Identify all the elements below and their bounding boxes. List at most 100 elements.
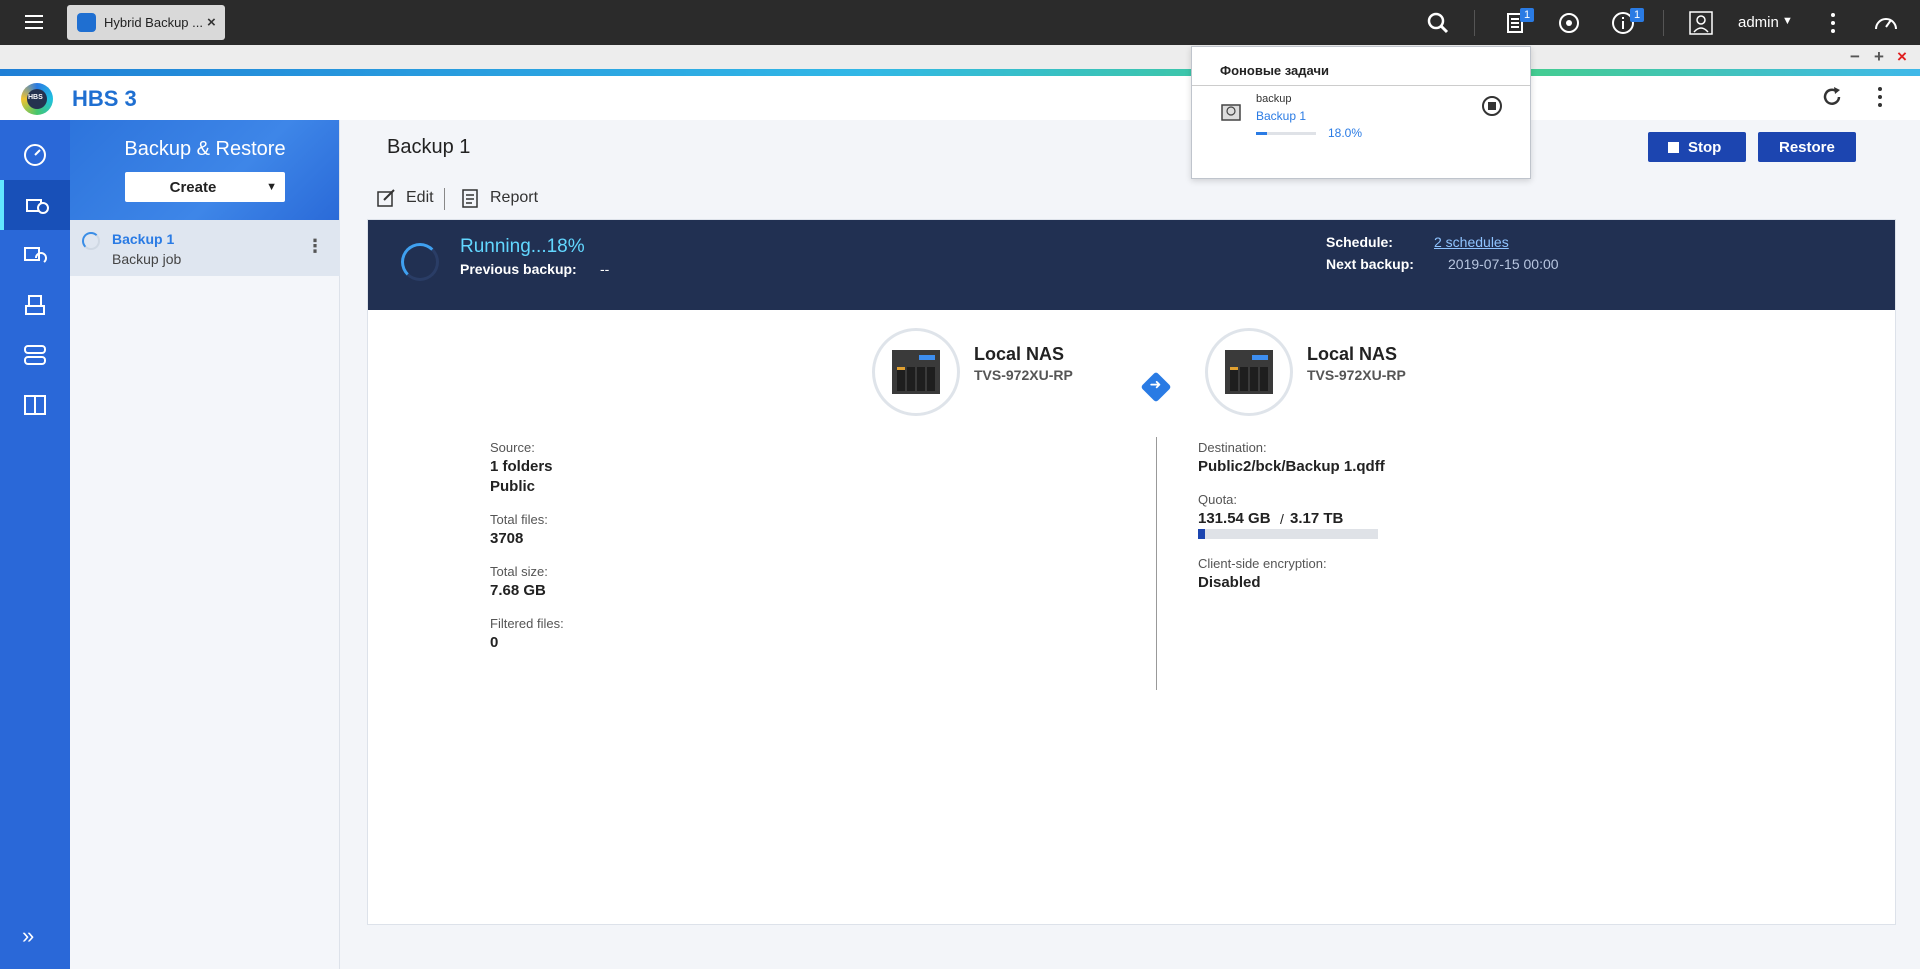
destination-nas-name: Local NAS bbox=[1307, 344, 1398, 364]
chevron-down-icon[interactable]: ▼ bbox=[1782, 15, 1793, 27]
dashboard-gauge-icon[interactable] bbox=[1873, 10, 1899, 36]
detail-divider bbox=[1156, 437, 1157, 690]
edit-label: Edit bbox=[406, 189, 434, 206]
toolbar-divider bbox=[1663, 10, 1664, 36]
chevron-down-icon[interactable]: ▼ bbox=[266, 181, 277, 193]
app-tab-hybrid-backup[interactable]: Hybrid Backup ... × bbox=[67, 5, 225, 40]
background-tasks-popup: Фоновые задачи backup Backup 1 18.0% bbox=[1191, 46, 1531, 179]
minimize-icon[interactable]: − bbox=[1850, 48, 1860, 65]
quota-progress-fill bbox=[1198, 529, 1206, 539]
toolbar-divider bbox=[444, 188, 445, 210]
search-icon[interactable] bbox=[1425, 10, 1451, 36]
close-icon[interactable]: × bbox=[1897, 48, 1907, 65]
app-header: HBS HBS 3 bbox=[0, 76, 1920, 120]
schedule-link[interactable]: 2 schedules bbox=[1434, 234, 1509, 250]
report-label: Report bbox=[490, 189, 539, 206]
quota-label: Quota: bbox=[1198, 492, 1238, 507]
window-strip: − + × bbox=[0, 45, 1920, 69]
tasks-badge: 1 bbox=[1520, 8, 1534, 22]
rail-storage[interactable] bbox=[0, 280, 70, 330]
running-spinner-icon bbox=[82, 232, 100, 250]
task-progress-bar bbox=[1256, 132, 1316, 135]
edit-button[interactable]: Edit bbox=[376, 186, 434, 210]
page-title: Backup 1 bbox=[387, 136, 471, 158]
stop-button[interactable]: Stop bbox=[1648, 132, 1746, 162]
logo-text: HBS bbox=[28, 94, 43, 101]
dashboard-icon bbox=[24, 144, 46, 166]
rail-backup-restore[interactable] bbox=[0, 180, 70, 230]
total-files-value: 3708 bbox=[490, 530, 524, 547]
backup-restore-icon bbox=[26, 199, 49, 214]
source-folder-name: Public bbox=[490, 478, 536, 495]
task-name[interactable]: Backup 1 bbox=[1256, 109, 1306, 123]
arrow-right-icon: ➜ bbox=[1140, 371, 1172, 403]
encryption-label: Client-side encryption: bbox=[1198, 556, 1327, 571]
main-content: Backup 1 Stop Restore Edit Report Runnin… bbox=[340, 120, 1920, 969]
tab-label: Hybrid Backup ... bbox=[104, 15, 203, 30]
job-panel: Backup & Restore Create ▼ Backup 1 Backu… bbox=[70, 120, 340, 969]
maximize-icon[interactable]: + bbox=[1874, 48, 1884, 65]
hybrid-backup-icon bbox=[77, 13, 96, 32]
expand-rail-icon[interactable]: » bbox=[22, 923, 34, 949]
total-size-value: 7.68 GB bbox=[490, 582, 546, 599]
stop-icon bbox=[1668, 142, 1679, 153]
tab-close-icon[interactable]: × bbox=[207, 14, 216, 31]
destination-path: Public2/bck/Backup 1.qdff bbox=[1198, 458, 1385, 475]
job-more-icon[interactable]: ⋮ bbox=[306, 236, 324, 257]
destination-nas-model: TVS-972XU-RP bbox=[1307, 367, 1406, 383]
hbs-logo-icon: HBS bbox=[21, 83, 53, 115]
running-spinner-icon bbox=[401, 243, 439, 281]
quota-total: 3.17 TB bbox=[1290, 510, 1344, 527]
quota-separator: / bbox=[1280, 511, 1284, 527]
backup-task-icon bbox=[1221, 102, 1241, 122]
job-list-item[interactable]: Backup 1 Backup job ⋮ bbox=[70, 220, 340, 276]
sync-job-icon bbox=[24, 247, 47, 263]
task-type: backup bbox=[1256, 93, 1292, 105]
restore-button[interactable]: Restore bbox=[1758, 132, 1856, 162]
previous-backup-label: Previous backup: bbox=[460, 261, 577, 277]
refresh-icon[interactable] bbox=[1819, 84, 1845, 110]
panel-header: Backup & Restore Create ▼ bbox=[70, 120, 339, 220]
user-name[interactable]: admin bbox=[1738, 14, 1779, 31]
sync-icon[interactable] bbox=[1556, 10, 1582, 36]
app-more-icon[interactable] bbox=[1867, 84, 1893, 110]
popup-divider bbox=[1192, 85, 1530, 86]
next-backup-value: 2019-07-15 00:00 bbox=[1448, 256, 1559, 272]
popup-title: Фоновые задачи bbox=[1220, 63, 1329, 78]
running-status: Running...18% bbox=[460, 236, 585, 257]
filtered-files-label: Filtered files: bbox=[490, 616, 564, 631]
source-folders: 1 folders bbox=[490, 458, 553, 475]
app-title: HBS 3 bbox=[72, 86, 137, 111]
user-icon[interactable] bbox=[1688, 10, 1714, 36]
previous-backup-value: -- bbox=[600, 261, 610, 277]
source-label: Source: bbox=[490, 440, 535, 455]
top-bar: Hybrid Backup ... × 1 1 admin ▼ bbox=[0, 0, 1920, 45]
job-name: Backup 1 bbox=[112, 231, 175, 247]
quota-progress-bar bbox=[1198, 529, 1378, 539]
create-button[interactable]: Create ▼ bbox=[125, 172, 285, 202]
rail-logs[interactable] bbox=[0, 380, 70, 430]
rail-overview[interactable] bbox=[0, 130, 70, 180]
create-label: Create bbox=[169, 179, 217, 196]
hamburger-menu-icon[interactable] bbox=[22, 10, 46, 34]
services-icon bbox=[24, 345, 46, 365]
next-backup-label: Next backup: bbox=[1326, 256, 1414, 272]
quota-used: 131.54 GB bbox=[1198, 510, 1271, 527]
status-bar: Running...18% Previous backup: -- Schedu… bbox=[368, 220, 1895, 310]
source-nas-name: Local NAS bbox=[974, 344, 1065, 364]
encryption-value: Disabled bbox=[1198, 574, 1261, 591]
total-files-label: Total files: bbox=[490, 512, 548, 527]
report-button[interactable]: Report bbox=[460, 186, 538, 210]
restore-label: Restore bbox=[1779, 139, 1835, 156]
rail-services[interactable] bbox=[0, 330, 70, 380]
filtered-files-value: 0 bbox=[490, 634, 499, 651]
rail-sync[interactable] bbox=[0, 230, 70, 280]
destination-nas-icon bbox=[1205, 328, 1293, 416]
notifications-badge: 1 bbox=[1630, 8, 1644, 22]
total-size-label: Total size: bbox=[490, 564, 548, 579]
more-options-icon[interactable] bbox=[1820, 10, 1846, 36]
task-progress-text: 18.0% bbox=[1328, 126, 1363, 140]
stop-task-icon[interactable] bbox=[1482, 96, 1502, 116]
job-detail-card: Running...18% Previous backup: -- Schedu… bbox=[367, 219, 1896, 925]
report-icon bbox=[462, 189, 478, 208]
